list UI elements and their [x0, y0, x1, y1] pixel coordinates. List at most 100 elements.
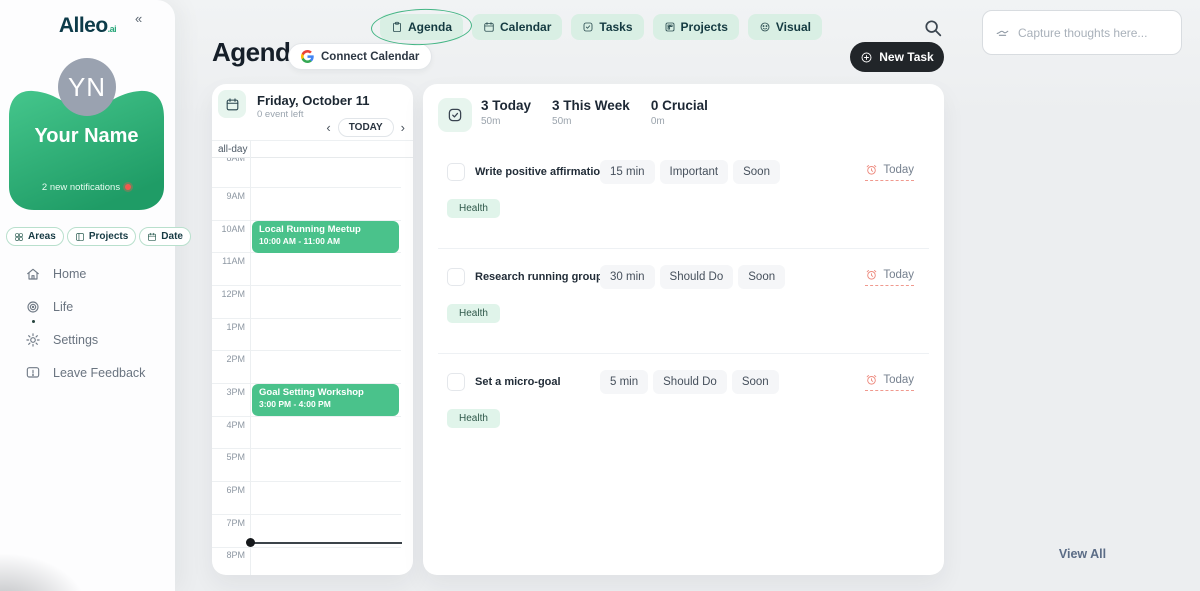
view-tabs: Agenda Calendar Tasks Projects Visual	[380, 14, 822, 40]
tab-calendar[interactable]: Calendar	[472, 14, 562, 40]
hour-line	[212, 318, 401, 319]
due-date-badge[interactable]: Today	[865, 373, 914, 391]
notifications-link[interactable]: 2 new notifications	[9, 182, 164, 193]
new-task-button[interactable]: New Task	[850, 42, 944, 72]
calendar-icon	[147, 232, 157, 242]
task-title[interactable]: Set a micro-goal	[475, 376, 600, 388]
hour-label: 9AM	[212, 191, 245, 201]
sidebar-filter-pills: Areas Projects Date	[6, 227, 191, 246]
calendar-panel-iconbox	[218, 90, 246, 118]
agenda-icon	[391, 21, 403, 33]
sidebar-item-home[interactable]: Home	[25, 266, 145, 282]
hour-line	[212, 547, 401, 548]
checkbox-icon	[582, 21, 594, 33]
stat-count: 3 This Week	[552, 98, 630, 113]
alarm-icon	[865, 373, 878, 386]
priority-pill[interactable]: Should Do	[653, 370, 727, 394]
area-tag[interactable]: Health	[447, 199, 500, 218]
capture-thoughts-input[interactable]	[1018, 26, 1169, 40]
priority-pill[interactable]: Should Do	[660, 265, 734, 289]
prev-day-icon[interactable]: ‹	[326, 121, 330, 134]
pill-date-label: Date	[161, 231, 183, 242]
pill-date[interactable]: Date	[139, 227, 191, 246]
hour-line	[212, 514, 401, 515]
tab-projects[interactable]: Projects	[653, 14, 739, 40]
alarm-icon	[865, 163, 878, 176]
stat-crucial: 0 Crucial 0m	[651, 98, 708, 127]
urgency-pill[interactable]: Soon	[738, 265, 785, 289]
hour-grid: 8AM 9AM 10AM 11AM 12PM 1PM 2PM 3PM 4PM 5…	[212, 158, 413, 575]
tab-label: Visual	[776, 20, 811, 34]
area-tag[interactable]: Health	[447, 409, 500, 428]
area-tag[interactable]: Health	[447, 304, 500, 323]
event-time: 10:00 AM - 11:00 AM	[259, 236, 392, 246]
gear-icon	[25, 332, 41, 348]
menu-label: Home	[53, 267, 86, 281]
tab-visual[interactable]: Visual	[748, 14, 822, 40]
task-row: Set a micro-goal 5 min Should Do Soon To…	[438, 370, 929, 458]
pill-areas-label: Areas	[28, 231, 56, 242]
task-title[interactable]: Research running groups	[475, 271, 600, 283]
urgency-pill[interactable]: Soon	[733, 160, 780, 184]
event-time: 3:00 PM - 4:00 PM	[259, 399, 392, 409]
priority-pill[interactable]: Important	[660, 160, 729, 184]
task-stats: 3 Today 50m 3 This Week 50m 0 Crucial 0m	[481, 98, 708, 127]
agenda-page: Alleo.ai « YN Your Name 2 new notificati…	[0, 0, 1200, 591]
notification-dot	[125, 184, 131, 190]
checkbox-icon	[446, 106, 464, 124]
hour-label: 11AM	[212, 256, 245, 266]
view-all-link[interactable]: View All	[1040, 547, 1125, 561]
calendar-event[interactable]: Goal Setting Workshop 3:00 PM - 4:00 PM	[252, 384, 399, 416]
stat-today: 3 Today 50m	[481, 98, 531, 127]
sidebar-item-life[interactable]: Life	[25, 299, 145, 315]
sidebar-item-leave-feedback[interactable]: Leave Feedback	[25, 365, 145, 381]
tab-label: Calendar	[500, 20, 551, 34]
alarm-icon	[865, 268, 878, 281]
hour-label: 5PM	[212, 452, 245, 462]
tab-label: Tasks	[599, 20, 632, 34]
hour-label: 6PM	[212, 485, 245, 495]
tab-agenda[interactable]: Agenda	[380, 14, 463, 40]
task-row: Write positive affirmations 15 min Impor…	[438, 160, 929, 249]
duration-pill[interactable]: 5 min	[600, 370, 648, 394]
sidebar-item-settings[interactable]: Settings	[25, 332, 145, 348]
duration-pill[interactable]: 30 min	[600, 265, 655, 289]
due-label: Today	[883, 269, 914, 281]
user-name: Your Name	[9, 125, 164, 148]
life-indicator-dot	[32, 320, 35, 323]
collapse-sidebar-icon[interactable]: «	[135, 11, 142, 26]
due-date-badge[interactable]: Today	[865, 268, 914, 286]
hour-label: 3PM	[212, 387, 245, 397]
task-checkbox[interactable]	[447, 268, 465, 286]
stat-duration: 50m	[481, 116, 531, 127]
due-date-badge[interactable]: Today	[865, 163, 914, 181]
urgency-pill[interactable]: Soon	[732, 370, 779, 394]
duration-pill[interactable]: 15 min	[600, 160, 655, 184]
next-day-icon[interactable]: ›	[401, 121, 405, 134]
hour-label: 4PM	[212, 420, 245, 430]
tab-tasks[interactable]: Tasks	[571, 14, 643, 40]
task-title[interactable]: Write positive affirmations	[475, 166, 600, 178]
connect-calendar-button[interactable]: Connect Calendar	[288, 43, 432, 70]
calendar-icon	[483, 21, 495, 33]
tab-label: Agenda	[408, 20, 452, 34]
avatar[interactable]: YN	[58, 58, 116, 116]
calendar-event[interactable]: Local Running Meetup 10:00 AM - 11:00 AM	[252, 221, 399, 253]
search-icon[interactable]	[922, 17, 944, 39]
today-button[interactable]: TODAY	[338, 118, 394, 137]
task-checkbox[interactable]	[447, 373, 465, 391]
pill-projects[interactable]: Projects	[67, 227, 136, 246]
google-icon	[301, 50, 314, 63]
due-label: Today	[883, 374, 914, 386]
current-time-dot	[246, 538, 255, 547]
pill-areas[interactable]: Areas	[6, 227, 64, 246]
scribble-icon	[995, 25, 1010, 40]
stat-count: 0 Crucial	[651, 98, 708, 113]
pill-projects-label: Projects	[89, 231, 128, 242]
task-checkbox[interactable]	[447, 163, 465, 181]
calendar-panel: Friday, October 11 0 event left ‹ TODAY …	[212, 84, 413, 575]
calendar-grid: all-day 8AM 9AM 10AM 11AM 12PM 1PM	[212, 140, 413, 575]
hour-line	[212, 350, 401, 351]
sidebar: Alleo.ai « YN Your Name 2 new notificati…	[0, 0, 175, 591]
visual-icon	[759, 21, 771, 33]
